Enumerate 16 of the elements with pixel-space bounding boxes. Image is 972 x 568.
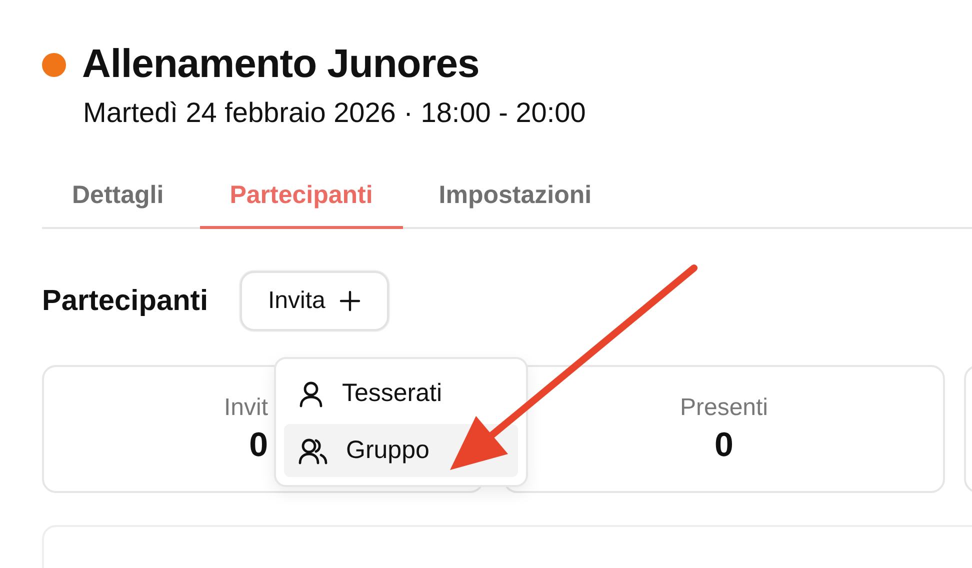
tab[interactable]: Dettagli <box>42 173 194 229</box>
stat-value: 0 <box>249 426 268 464</box>
stat-label: Presenti <box>680 394 768 422</box>
menu-item-label: Tesserati <box>342 379 442 408</box>
stat-label: Invit <box>224 394 268 422</box>
stat-value: 0 <box>714 426 734 464</box>
menu-item[interactable]: Tesserati <box>284 367 518 420</box>
invite-button[interactable]: Invita <box>240 271 390 331</box>
user-icon <box>298 380 324 408</box>
menu-item-label: Gruppo <box>346 436 430 465</box>
users-icon <box>298 436 328 464</box>
event-title: Allenamento Junores <box>82 42 480 87</box>
section-title: Partecipanti <box>42 284 208 318</box>
event-date: Martedì 24 febbraio 2026 · 18:00 - 20:00 <box>83 97 587 129</box>
tab[interactable]: Impostazioni <box>408 173 622 229</box>
plus-icon <box>339 290 362 312</box>
